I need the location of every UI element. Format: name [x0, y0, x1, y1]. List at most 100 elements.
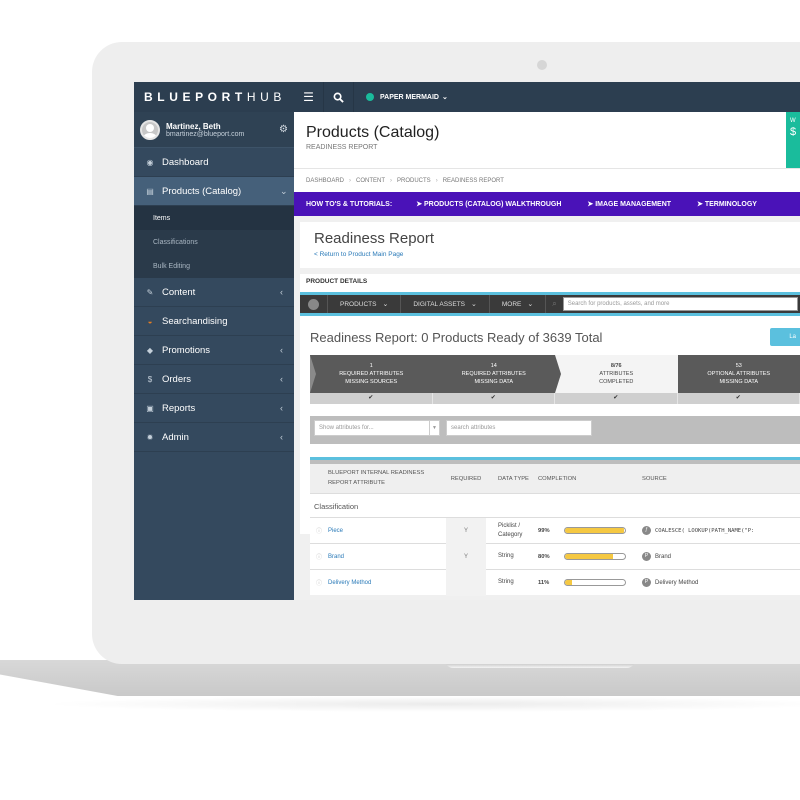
step-missing-data[interactable]: 14 REQUIRED ATTRIBUTES MISSING DATA ✔ — [432, 355, 561, 404]
content-area: Readiness Report < Return to Product Mai… — [294, 216, 800, 596]
attribute-link[interactable]: Delivery Method — [328, 580, 446, 586]
laptop-base — [0, 660, 800, 696]
org-switcher[interactable]: PAPER MERMAID ⌄ — [354, 93, 448, 101]
chevron-left-icon: ‹ — [280, 374, 283, 384]
launch-button[interactable]: La — [770, 328, 800, 346]
attribute-filter-panel: Show attributes for... ▼ search attribut… — [310, 416, 800, 464]
logo-icon[interactable] — [300, 295, 328, 313]
avatar[interactable] — [140, 119, 160, 140]
property-icon: P — [642, 578, 651, 587]
breadcrumb: DASHBOARD › CONTENT › PRODUCTS › READINE… — [294, 168, 800, 192]
sidebar-item-searchandising[interactable]: ◒ Searchandising — [134, 307, 294, 336]
step-missing-sources[interactable]: 1 REQUIRED ATTRIBUTES MISSING SOURCES ✔ — [310, 355, 439, 404]
tutorial-link-walkthrough[interactable]: ➤ PRODUCTS (CATALOG) WALKTHROUGH — [416, 200, 561, 208]
completion-percent: 11% — [538, 579, 550, 586]
step-optional-missing[interactable]: 53 OPTIONAL ATTRIBUTES MISSING DATA ✔ — [677, 355, 800, 404]
attribute-link[interactable]: Brand — [328, 554, 446, 560]
searchandising-icon: ◒ — [147, 316, 153, 326]
sidebar-subitem-classifications[interactable]: Classifications — [134, 230, 294, 254]
header-text: BLUEPORT INTERNAL READINESS — [328, 470, 425, 477]
menu-digital-assets[interactable]: DIGITAL ASSETS ⌄ — [401, 295, 490, 313]
brand-bold: BLUEPORT — [144, 90, 247, 104]
data-type-cell: String — [498, 579, 514, 585]
chevron-left-icon: ‹ — [280, 403, 283, 413]
step-label: MISSING DATA — [719, 379, 759, 386]
user-name: Martinez, Beth — [166, 121, 221, 131]
info-icon[interactable]: ⓘ — [310, 578, 328, 587]
global-search-input[interactable]: Search for products, assets, and more — [562, 297, 798, 311]
sidebar-item-dashboard[interactable]: ◉ Dashboard — [134, 148, 294, 177]
sidebar: BLUEPORT HUB Martinez, Beth bmartinez@blu… — [134, 82, 294, 600]
chevron-down-icon: ⌄ — [280, 185, 288, 196]
required-cell: Y — [446, 517, 486, 544]
column-header-completion[interactable]: COMPLETION — [538, 476, 642, 482]
source-text: Delivery Method — [655, 579, 699, 586]
step-completed[interactable]: 8/76 ATTRIBUTES COMPLETED ✔ — [555, 355, 678, 404]
menu-toggle-button[interactable]: ☰ — [294, 82, 324, 112]
data-type-text: Category — [498, 531, 523, 538]
filter-spacer — [310, 444, 800, 460]
step-count: 14 — [490, 362, 497, 369]
tutorial-link-image-management[interactable]: ➤ IMAGE MANAGEMENT — [587, 200, 671, 208]
column-header-data-type[interactable]: DATA TYPE — [486, 476, 538, 482]
sidebar-item-content[interactable]: ✎ Content ‹ — [134, 278, 294, 307]
menu-products[interactable]: PRODUCTS ⌄ — [328, 295, 402, 313]
return-link[interactable]: < Return to Product Main Page — [314, 251, 800, 258]
menu-more[interactable]: MORE ⌄ — [490, 295, 547, 313]
completion-bar — [564, 579, 626, 586]
teal-widget[interactable]: W $ — [786, 112, 800, 168]
tutorials-label: HOW TO'S & TUTORIALS: — [306, 200, 393, 208]
property-icon: P — [642, 552, 651, 561]
show-attributes-select[interactable]: Show attributes for... ▼ — [314, 420, 440, 436]
sidebar-item-admin[interactable]: ✹ Admin ‹ — [134, 423, 294, 452]
search-button[interactable] — [324, 82, 354, 112]
checkmark-icon: ✔ — [432, 393, 555, 404]
attribute-link[interactable]: Piece — [328, 528, 446, 534]
completion-bar-fill — [565, 580, 572, 585]
dropdown-arrow-icon: ▼ — [429, 421, 439, 435]
completion-bar-fill — [565, 554, 613, 559]
info-icon[interactable]: ⓘ — [310, 552, 328, 561]
info-icon[interactable]: ⓘ — [310, 526, 328, 535]
step-label: ATTRIBUTES — [599, 370, 634, 377]
settings-gear-icon[interactable]: ⚙ — [279, 124, 288, 135]
breadcrumb-products[interactable]: PRODUCTS — [397, 178, 431, 184]
camera-icon — [537, 60, 547, 70]
sidebar-item-products[interactable]: ▤ Products (Catalog) ⌄ — [134, 177, 294, 206]
required-cell: Y — [446, 543, 486, 570]
search-icon — [333, 92, 344, 103]
breadcrumb-dashboard[interactable]: DASHBOARD — [306, 178, 344, 184]
sidebar-item-promotions[interactable]: ◆ Promotions ‹ — [134, 336, 294, 365]
chevron-down-icon: ⌄ — [471, 301, 477, 308]
column-header-required[interactable]: REQUIRED — [446, 476, 486, 482]
dollar-icon: $ — [147, 374, 153, 384]
breadcrumb-readiness-report: READINESS REPORT — [442, 177, 504, 184]
column-header-attribute[interactable]: BLUEPORT INTERNAL READINESS REPORT ATTRI… — [310, 469, 446, 488]
group-label: Classification — [314, 502, 359, 511]
sidebar-item-orders[interactable]: $ Orders ‹ — [134, 365, 294, 394]
user-profile: Martinez, Beth bmartinez@blueport.com ⚙ — [134, 112, 294, 148]
page-title: Products (Catalog) — [306, 124, 440, 141]
step-count: 8/76 — [610, 362, 622, 369]
data-type-text: Picklist / — [498, 522, 521, 529]
breadcrumb-separator-icon: › — [435, 177, 438, 184]
sidebar-item-label: Promotions — [162, 344, 211, 356]
brand-logo[interactable]: BLUEPORT HUB — [134, 82, 294, 112]
chevron-down-icon: ⌄ — [441, 94, 448, 101]
breadcrumb-content[interactable]: CONTENT — [356, 178, 385, 184]
sidebar-subitem-bulk-editing[interactable]: Bulk Editing — [134, 254, 294, 278]
sidebar-item-reports[interactable]: ▣ Reports ‹ — [134, 394, 294, 423]
widget-value: $ — [790, 126, 797, 138]
source-cell: P Delivery Method — [642, 578, 698, 587]
search-attributes-input[interactable]: search attributes — [446, 420, 592, 436]
table-row: ⓘ Piece Y Picklist / Category 99% ƒ COALES… — [310, 517, 800, 544]
data-type-cell: Picklist / Category — [486, 522, 538, 540]
tutorial-link-terminology[interactable]: ➤ TERMINOLOGY — [697, 200, 757, 208]
section-label: PRODUCT DETAILS — [306, 278, 368, 285]
completion-bar — [564, 553, 626, 560]
step-label: REQUIRED ATTRIBUTES — [339, 370, 404, 377]
readiness-steps: 1 REQUIRED ATTRIBUTES MISSING SOURCES ✔ … — [310, 355, 800, 404]
step-label: MISSING DATA — [474, 379, 514, 386]
sidebar-subitem-items[interactable]: Items — [134, 206, 294, 230]
column-header-source[interactable]: SOURCE — [642, 476, 667, 482]
